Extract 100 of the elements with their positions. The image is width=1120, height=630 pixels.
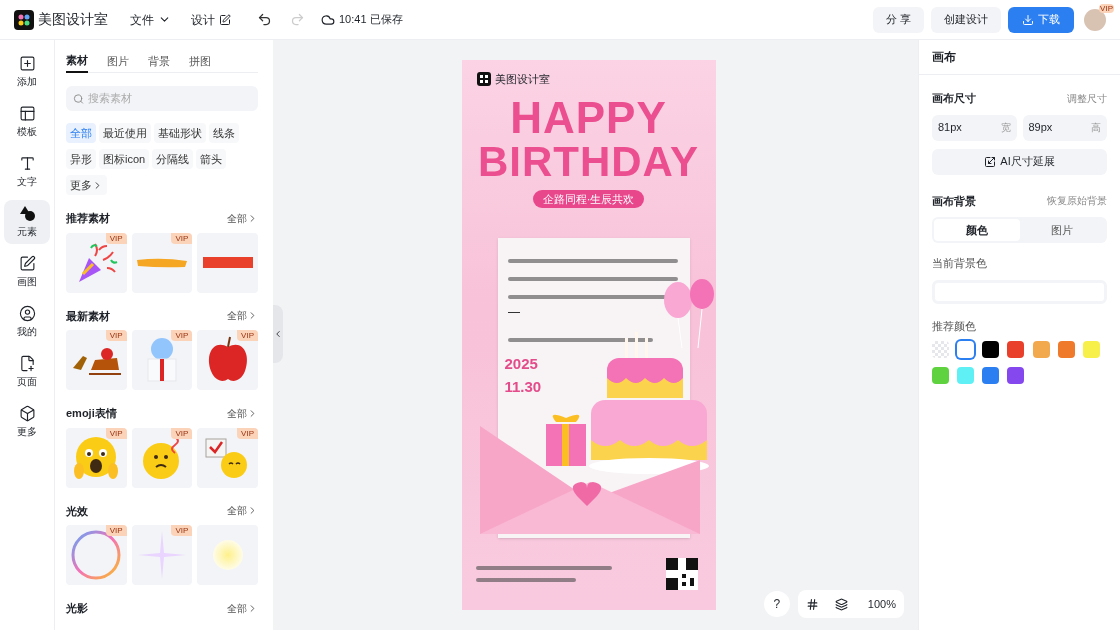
section-title: 最新素材 <box>66 308 110 324</box>
poster-date: 11.30 <box>504 377 542 397</box>
color-swatch[interactable] <box>982 341 1000 358</box>
material-thumbnail[interactable]: VIP <box>66 427 127 488</box>
app-logo-icon <box>14 9 34 30</box>
undo-icon[interactable] <box>257 12 272 27</box>
rail-icon <box>18 255 36 272</box>
zoom-level[interactable]: 100% <box>863 595 896 613</box>
view-all-link[interactable]: 全部 <box>227 308 258 324</box>
poster-logo-text: 美图设计室 <box>494 72 550 87</box>
material-thumbnail[interactable]: VIP <box>66 525 127 585</box>
grid-icon[interactable] <box>805 597 819 611</box>
help-button[interactable]: ? <box>763 591 790 617</box>
filter-chip[interactable]: 更多 <box>66 175 107 195</box>
material-thumbnail[interactable] <box>197 232 258 293</box>
filter-chip[interactable]: 图标icon <box>99 149 150 169</box>
collapse-panel-handle[interactable] <box>273 305 283 363</box>
color-swatch[interactable] <box>1057 341 1075 358</box>
restore-background-link[interactable]: 恢复原始背景 <box>1047 193 1107 209</box>
material-thumbnail[interactable]: VIP <box>66 330 127 390</box>
layers-icon[interactable] <box>834 597 848 611</box>
download-icon <box>1022 13 1034 26</box>
segment-tab[interactable]: 图片 <box>1019 219 1105 241</box>
view-all-link[interactable]: 全部 <box>227 405 258 421</box>
file-menu[interactable]: 文件 <box>130 10 171 29</box>
rail-icon <box>18 55 36 72</box>
design-menu[interactable]: 设计 <box>191 10 231 29</box>
rail-icon <box>18 155 36 172</box>
panel-title: 画布 <box>932 49 956 66</box>
vip-badge: VIP <box>237 330 258 341</box>
rail-icon <box>18 105 36 122</box>
segment-tab[interactable]: 颜色 <box>934 219 1020 241</box>
color-swatch[interactable] <box>1082 341 1100 358</box>
filter-chip[interactable]: 全部 <box>66 123 96 143</box>
sidebar-item[interactable]: 模板 <box>4 100 50 144</box>
color-swatch[interactable] <box>1007 367 1025 384</box>
panel-tab[interactable]: 背景 <box>148 50 170 73</box>
panel-tab[interactable]: 素材 <box>66 50 88 73</box>
vip-badge: VIP <box>171 232 193 244</box>
rail-icon <box>18 405 36 422</box>
glow-drawing <box>212 540 243 570</box>
size-value: 89px <box>1028 120 1053 136</box>
search-input[interactable]: 搜索素材 <box>88 90 251 107</box>
material-thumbnail[interactable]: VIP <box>131 427 193 488</box>
panel-tab[interactable]: 拼图 <box>189 50 211 73</box>
color-swatch[interactable] <box>932 367 949 384</box>
section-label: 画布背景 <box>932 193 976 209</box>
color-swatch[interactable] <box>957 341 975 358</box>
poster-logo-icon <box>476 72 491 87</box>
download-button[interactable]: 下载 <box>1008 6 1074 33</box>
size-unit: 宽 <box>1000 121 1011 135</box>
filter-chip[interactable]: 线条 <box>209 123 239 143</box>
color-swatch[interactable] <box>957 367 975 384</box>
filter-chip[interactable]: 基础形状 <box>154 123 206 143</box>
vip-badge: VIP <box>105 330 127 341</box>
size-input-field[interactable]: 89px 高 <box>1022 114 1107 141</box>
size-value: 81px <box>938 120 962 136</box>
section-title: emoji表情 <box>66 406 117 421</box>
save-status: 10:41 已保存 <box>339 12 403 28</box>
color-swatch[interactable] <box>1007 341 1025 358</box>
size-input-field[interactable]: 81px 宽 <box>932 114 1017 141</box>
poster-tagline: 企路同程·生辰共欢 <box>532 190 645 208</box>
section-title: 推荐素材 <box>66 211 110 226</box>
section-label: 推荐颜色 <box>932 318 977 334</box>
panel-tab[interactable]: 图片 <box>107 50 129 73</box>
poster-headline: BIRTHDAY <box>477 140 700 184</box>
resize-link[interactable]: 调整尺寸 <box>1067 90 1107 106</box>
action-button[interactable]: 分 享 <box>872 6 924 33</box>
material-thumbnail[interactable]: VIP <box>131 232 193 293</box>
material-thumbnail[interactable]: VIP <box>197 427 258 488</box>
view-all-link[interactable]: 全部 <box>227 210 258 226</box>
material-thumbnail[interactable]: VIP <box>131 525 193 585</box>
filter-chip[interactable]: 箭头 <box>196 149 227 169</box>
birthday-poster[interactable]: 美图设计室 HAPPY BIRTHDAY 企路同程·生辰共欢 2025 11.30 <box>461 60 716 610</box>
view-all-link[interactable]: 全部 <box>227 503 258 519</box>
color-swatch[interactable] <box>1032 341 1050 358</box>
filter-chip[interactable]: 最近使用 <box>99 123 151 143</box>
sidebar-item[interactable]: 画图 <box>4 250 50 294</box>
vip-badge: VIP <box>171 330 193 341</box>
view-all-link[interactable]: 全部 <box>227 600 258 616</box>
filter-chip[interactable]: 异形 <box>66 149 96 169</box>
ai-extend-button[interactable]: AI尺寸延展 <box>932 148 1107 175</box>
material-thumbnail[interactable] <box>197 525 258 585</box>
material-thumbnail[interactable]: VIP <box>66 232 127 293</box>
search-field[interactable]: 搜索素材 <box>66 86 258 111</box>
section-title: 光效 <box>66 503 88 519</box>
filter-chip[interactable]: 分隔线 <box>152 149 194 169</box>
transparent-swatch[interactable] <box>932 341 949 358</box>
sidebar-item[interactable]: 更多 <box>4 400 50 444</box>
material-thumbnail[interactable]: VIP <box>197 330 258 390</box>
action-button[interactable]: 创建设计 <box>931 6 1001 33</box>
bar-shape <box>202 257 253 268</box>
sidebar-item[interactable]: 文字 <box>4 150 50 194</box>
vip-badge: VIP <box>105 427 127 439</box>
sidebar-item[interactable]: 我的 <box>4 300 50 344</box>
color-swatch[interactable] <box>982 367 1000 384</box>
sidebar-item[interactable]: 元素 <box>4 200 50 244</box>
sidebar-item[interactable]: 页面 <box>4 350 50 394</box>
material-thumbnail[interactable]: VIP <box>131 330 193 390</box>
sidebar-item[interactable]: 添加 <box>4 50 50 94</box>
